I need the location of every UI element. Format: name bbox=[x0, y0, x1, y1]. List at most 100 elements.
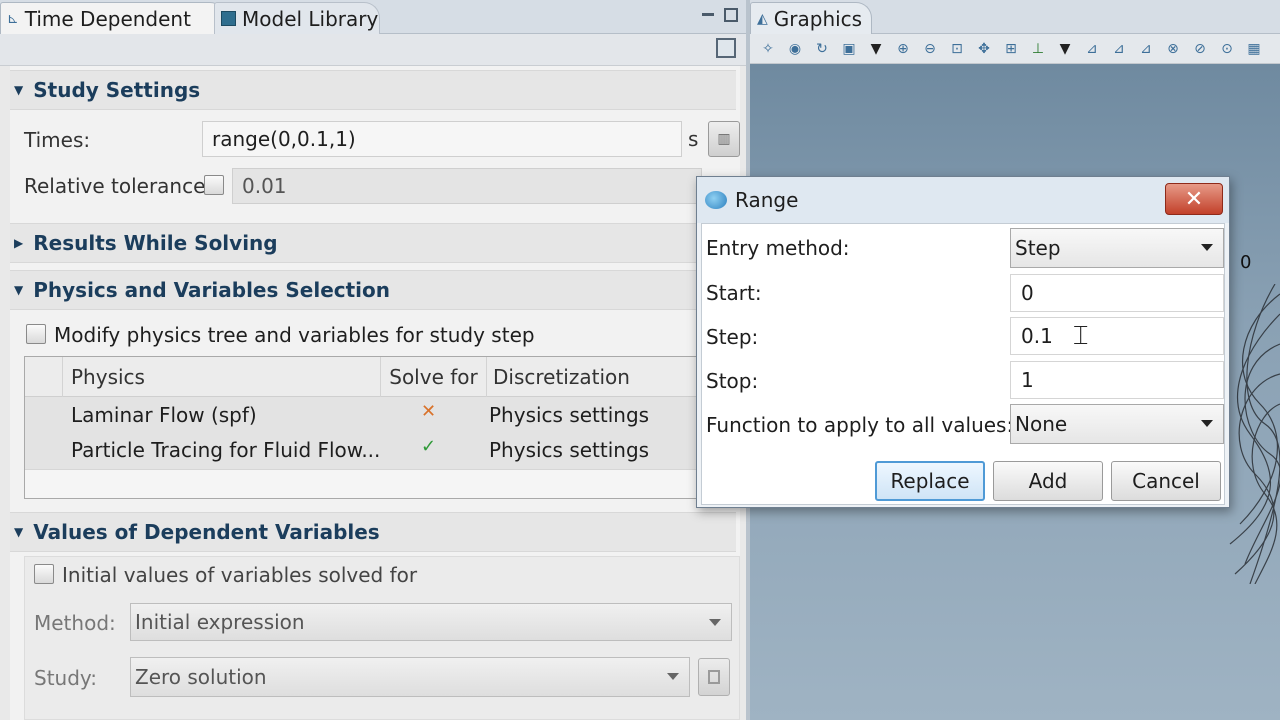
times-unit: s bbox=[688, 127, 699, 151]
view-zx-icon[interactable]: ⊿ bbox=[1136, 40, 1156, 58]
function-label: Function to apply to all values: bbox=[706, 413, 1014, 437]
tab-graphics[interactable]: ◭ Graphics bbox=[750, 2, 872, 34]
link-icon[interactable]: ⊘ bbox=[1190, 40, 1210, 58]
dropdown-icon[interactable]: ▼ bbox=[1055, 40, 1075, 58]
maximize-icon[interactable] bbox=[724, 8, 738, 22]
column-label: Discretization bbox=[493, 365, 630, 389]
entry-method-label: Entry method: bbox=[706, 236, 850, 260]
column-solve-for[interactable]: Solve for bbox=[381, 357, 487, 397]
go-to-source-button[interactable] bbox=[698, 658, 730, 696]
section-title: Study Settings bbox=[33, 78, 201, 102]
initial-values-checkbox[interactable] bbox=[34, 564, 54, 584]
start-input[interactable]: 0 bbox=[1010, 274, 1224, 312]
compute-icon[interactable] bbox=[716, 38, 736, 58]
camera-icon[interactable]: ▣ bbox=[839, 40, 859, 58]
cancel-button[interactable]: Cancel bbox=[1111, 461, 1221, 501]
dialog-title: Range bbox=[735, 188, 799, 212]
view-xy-icon[interactable]: ⊿ bbox=[1082, 40, 1102, 58]
zoom-extents-icon[interactable]: ✥ bbox=[974, 40, 994, 58]
range-button[interactable]: ▥ bbox=[708, 121, 740, 157]
modify-physics-checkbox[interactable] bbox=[26, 324, 46, 344]
times-value: range(0,0.1,1) bbox=[212, 127, 356, 151]
grid-icon[interactable]: ▦ bbox=[1244, 40, 1264, 58]
study-settings-header[interactable]: ▼ Study Settings bbox=[14, 70, 200, 110]
zoom-selection-icon[interactable]: ⊞ bbox=[1001, 40, 1021, 58]
tab-label: Model Library bbox=[242, 6, 379, 31]
times-input[interactable]: range(0,0.1,1) bbox=[202, 121, 682, 157]
physics-name: Particle Tracing for Fluid Flow... bbox=[71, 438, 381, 462]
dropdown-icon[interactable]: ▼ bbox=[866, 40, 886, 58]
column-label: Solve for bbox=[389, 365, 478, 389]
replace-button[interactable]: Replace bbox=[875, 461, 985, 501]
zoom-box-icon[interactable]: ⊡ bbox=[947, 40, 967, 58]
physics-name: Laminar Flow (spf) bbox=[71, 403, 257, 427]
add-button[interactable]: Add bbox=[993, 461, 1103, 501]
tab-time-dependent[interactable]: ⊾ Time Dependent bbox=[0, 2, 226, 34]
column-discretization[interactable]: Discretization bbox=[487, 357, 701, 397]
close-icon: ✕ bbox=[1184, 186, 1204, 212]
study-select[interactable]: Zero solution bbox=[130, 657, 690, 697]
view-yz-icon[interactable]: ⊿ bbox=[1109, 40, 1129, 58]
graphics-icon: ◭ bbox=[757, 10, 768, 27]
start-value: 0 bbox=[1021, 281, 1034, 305]
entry-method-value: Step bbox=[1015, 236, 1061, 260]
column-label: Physics bbox=[71, 365, 145, 389]
collapse-caret-icon: ▼ bbox=[14, 525, 24, 539]
hide-icon[interactable]: ✧ bbox=[758, 40, 778, 58]
section-title: Physics and Variables Selection bbox=[33, 278, 391, 302]
solve-for-check-icon[interactable]: ✓ bbox=[421, 436, 436, 457]
method-select[interactable]: Initial expression bbox=[130, 603, 732, 641]
settings-toolbar bbox=[0, 34, 746, 66]
initial-values-label: Initial values of variables solved for bbox=[62, 563, 418, 587]
close-button[interactable]: ✕ bbox=[1165, 183, 1223, 215]
tab-label: Graphics bbox=[773, 6, 863, 31]
select-icon[interactable]: ⊗ bbox=[1163, 40, 1183, 58]
tab-model-library[interactable]: Model Library bbox=[214, 2, 380, 34]
range-icon: ▥ bbox=[717, 131, 731, 147]
modify-physics-label: Modify physics tree and variables for st… bbox=[54, 323, 535, 347]
zoom-in-icon[interactable]: ⊕ bbox=[893, 40, 913, 58]
relative-tolerance-value: 0.01 bbox=[242, 174, 287, 198]
button-label: Add bbox=[1028, 469, 1068, 493]
method-label: Method: bbox=[34, 611, 116, 635]
axis-orientation-icon[interactable]: ⊥ bbox=[1028, 40, 1048, 58]
tab-label: Time Dependent bbox=[24, 6, 191, 31]
stop-label: Stop: bbox=[706, 369, 759, 393]
eye-icon[interactable]: ◉ bbox=[785, 40, 805, 58]
range-dialog: Range ✕ Entry method: Step Start: 0 Step… bbox=[696, 176, 1230, 508]
dependent-vars-header[interactable]: ▼ Values of Dependent Variables bbox=[14, 512, 380, 552]
chevron-down-icon bbox=[1201, 420, 1213, 427]
physics-selection-header[interactable]: ▼ Physics and Variables Selection bbox=[14, 270, 390, 310]
step-label: Step: bbox=[706, 325, 759, 349]
collapse-caret-icon: ▼ bbox=[14, 83, 24, 97]
zoom-out-icon[interactable]: ⊖ bbox=[920, 40, 940, 58]
expand-caret-icon: ▶ bbox=[14, 236, 24, 250]
step-value: 0.1 bbox=[1021, 324, 1053, 348]
step-input[interactable]: 0.1 ⌶ bbox=[1010, 317, 1224, 355]
entry-method-select[interactable]: Step bbox=[1010, 228, 1224, 268]
refresh-icon[interactable]: ↻ bbox=[812, 40, 832, 58]
table-header-spacer bbox=[25, 357, 63, 397]
times-label: Times: bbox=[24, 128, 91, 152]
minimize-icon[interactable] bbox=[702, 8, 716, 22]
text-cursor-icon: ⌶ bbox=[1072, 321, 1089, 351]
render-icon[interactable]: ⊙ bbox=[1217, 40, 1237, 58]
physics-table: Physics Solve for Discretization Laminar… bbox=[24, 356, 701, 499]
chevron-down-icon bbox=[667, 673, 679, 680]
graphics-toolbar: ✧ ◉ ↻ ▣ ▼ ⊕ ⊖ ⊡ ✥ ⊞ ⊥ ▼ ⊿ ⊿ ⊿ ⊗ ⊘ ⊙ ▦ bbox=[750, 34, 1280, 64]
solve-for-cross-icon[interactable]: ✕ bbox=[421, 401, 436, 422]
relative-tolerance-input[interactable]: 0.01 bbox=[232, 168, 702, 204]
empty-row bbox=[25, 469, 701, 498]
section-title: Results While Solving bbox=[33, 231, 278, 255]
function-select[interactable]: None bbox=[1010, 404, 1224, 444]
dialog-title-bar[interactable]: Range bbox=[697, 177, 1229, 223]
start-label: Start: bbox=[706, 281, 762, 305]
stop-input[interactable]: 1 bbox=[1010, 361, 1224, 399]
results-while-solving-header[interactable]: ▶ Results While Solving bbox=[14, 223, 278, 263]
column-physics[interactable]: Physics bbox=[63, 357, 381, 397]
function-value: None bbox=[1015, 412, 1068, 436]
study-step-icon: ⊾ bbox=[7, 10, 19, 27]
relative-tolerance-checkbox[interactable] bbox=[204, 175, 224, 195]
method-value: Initial expression bbox=[135, 610, 305, 634]
discretization-value: Physics settings bbox=[489, 438, 650, 462]
